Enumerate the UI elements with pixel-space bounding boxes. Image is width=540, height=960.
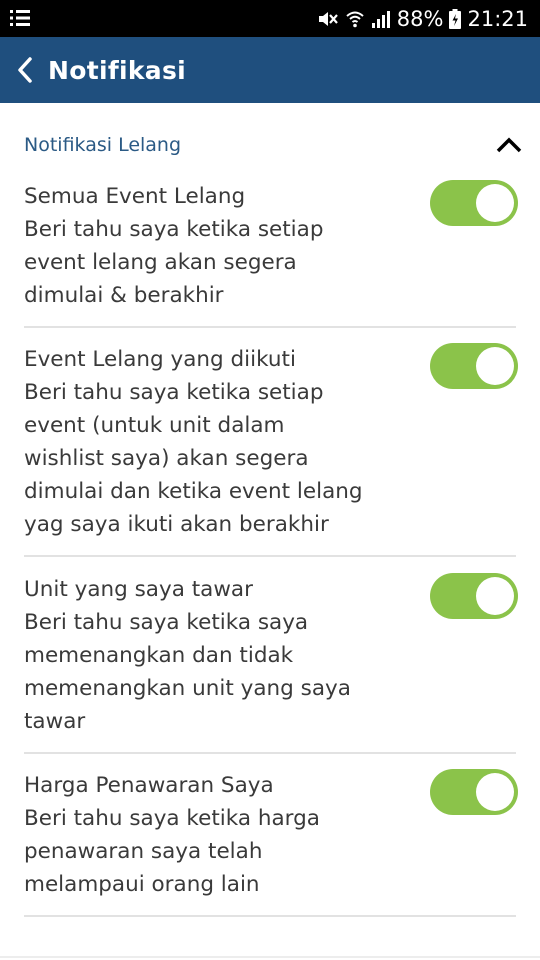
wifi-icon bbox=[346, 11, 364, 27]
mute-icon bbox=[318, 11, 338, 26]
setting-desc-line: wishlist saya) akan segera bbox=[24, 446, 309, 471]
status-time: 21:21 bbox=[467, 6, 528, 31]
setting-desc-line: memenangkan unit yang saya bbox=[24, 676, 351, 701]
setting-desc-line: event (untuk unit dalam bbox=[24, 413, 285, 438]
app-bar: Notifikasi bbox=[0, 37, 540, 103]
setting-desc-line: tawar bbox=[24, 709, 86, 734]
setting-desc-line: Beri tahu saya ketika harga bbox=[24, 806, 320, 831]
status-bar: 88% 21:21 bbox=[0, 0, 540, 37]
setting-text: Harga Penawaran Saya Beri tahu saya keti… bbox=[24, 769, 364, 901]
toggle-knob bbox=[476, 773, 514, 811]
toggle-switch[interactable] bbox=[430, 573, 518, 619]
back-arrow-icon bbox=[18, 57, 32, 83]
setting-text: Unit yang saya tawar Beri tahu saya keti… bbox=[24, 573, 364, 738]
battery-icon bbox=[449, 8, 462, 29]
setting-title: Harga Penawaran Saya bbox=[24, 773, 274, 798]
setting-item-unit-tawar: Unit yang saya tawar Beri tahu saya keti… bbox=[24, 573, 518, 754]
toggle-knob bbox=[476, 347, 514, 385]
collapse-button[interactable] bbox=[494, 130, 524, 160]
setting-desc-line: Beri tahu saya ketika setiap bbox=[24, 380, 324, 405]
setting-desc-line: Beri tahu saya ketika saya bbox=[24, 610, 309, 635]
signal-icon bbox=[371, 10, 390, 28]
setting-desc-line: melampaui orang lain bbox=[24, 872, 260, 897]
setting-desc-line: dimulai dan ketika event lelang bbox=[24, 479, 363, 504]
setting-title: Unit yang saya tawar bbox=[24, 577, 253, 602]
setting-desc-line: memenangkan dan tidak bbox=[24, 643, 294, 668]
setting-desc-line: Beri tahu saya ketika setiap bbox=[24, 217, 324, 242]
toggle-switch[interactable] bbox=[430, 180, 518, 226]
page-title: Notifikasi bbox=[48, 55, 187, 85]
toggle-switch[interactable] bbox=[430, 343, 518, 389]
divider bbox=[0, 956, 540, 958]
menu-lines-icon bbox=[10, 10, 30, 26]
setting-text: Event Lelang yang diikuti Beri tahu saya… bbox=[24, 343, 364, 541]
back-button[interactable] bbox=[2, 37, 48, 103]
setting-title: Semua Event Lelang bbox=[24, 184, 246, 209]
setting-desc-line: penawaran saya telah bbox=[24, 839, 263, 864]
toggle-knob bbox=[476, 184, 514, 222]
setting-desc-line: dimulai & berakhir bbox=[24, 283, 224, 308]
section-header[interactable]: Notifikasi Lelang bbox=[24, 125, 522, 165]
setting-text: Semua Event Lelang Beri tahu saya ketika… bbox=[24, 180, 364, 312]
setting-title: Event Lelang yang diikuti bbox=[24, 347, 296, 372]
setting-item-semua-event: Semua Event Lelang Beri tahu saya ketika… bbox=[24, 180, 518, 328]
setting-item-event-diikuti: Event Lelang yang diikuti Beri tahu saya… bbox=[24, 343, 518, 557]
chevron-up-icon bbox=[496, 137, 522, 153]
section-title: Notifikasi Lelang bbox=[24, 134, 182, 156]
battery-percent: 88% bbox=[396, 6, 444, 31]
setting-item-harga-penawaran: Harga Penawaran Saya Beri tahu saya keti… bbox=[24, 769, 518, 917]
toggle-knob bbox=[476, 577, 514, 615]
toggle-switch[interactable] bbox=[430, 769, 518, 815]
setting-desc-line: event lelang akan segera bbox=[24, 250, 297, 275]
setting-desc-line: yag saya ikuti akan berakhir bbox=[24, 512, 329, 537]
